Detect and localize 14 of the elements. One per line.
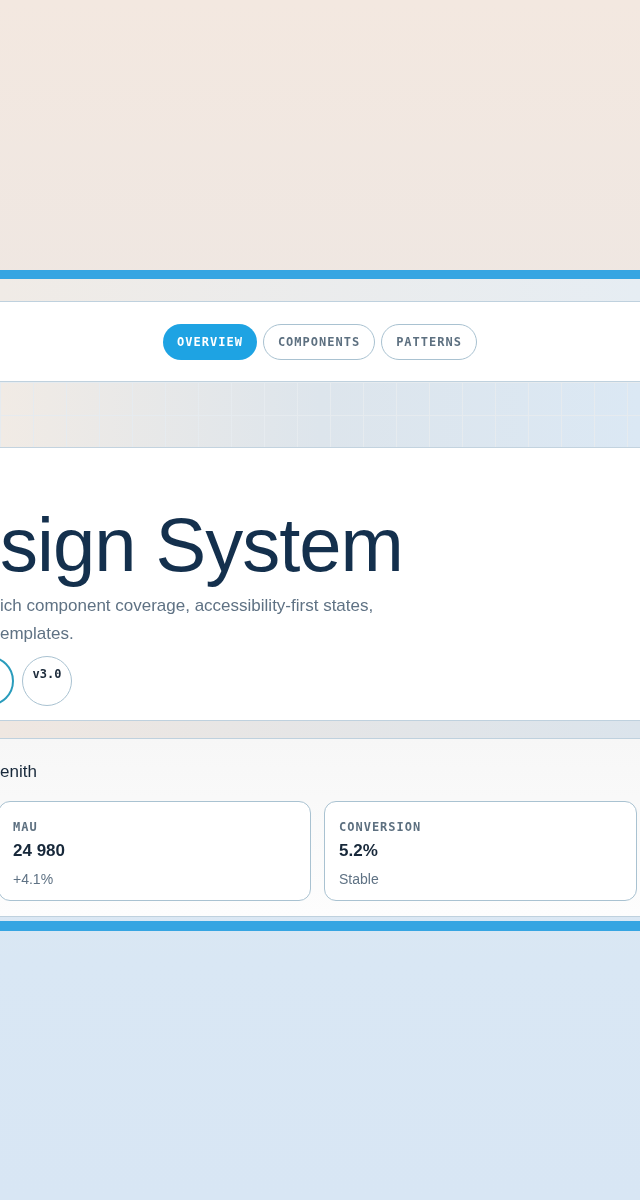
stat-value: 24 980	[13, 839, 65, 862]
stat-label: CONVERSION	[339, 818, 422, 836]
stat-label: MAU	[13, 818, 38, 836]
version-badge: v3.0	[22, 656, 72, 706]
stat-note: +4.1%	[13, 870, 54, 889]
hero-description: ich component coverage, accessibility-first states,	[0, 595, 374, 617]
stat-value: 5.2%	[339, 839, 378, 862]
hero-description: emplates.	[0, 623, 74, 645]
stat-note: Stable	[339, 870, 379, 889]
stats-heading: enith	[0, 761, 37, 783]
hero-title: sign System	[0, 501, 403, 589]
nav-tab[interactable]: PATTERNS	[381, 323, 477, 360]
nav-tab[interactable]: COMPONENTS	[262, 323, 376, 360]
nav-tab[interactable]: OVERVIEW	[163, 323, 257, 360]
